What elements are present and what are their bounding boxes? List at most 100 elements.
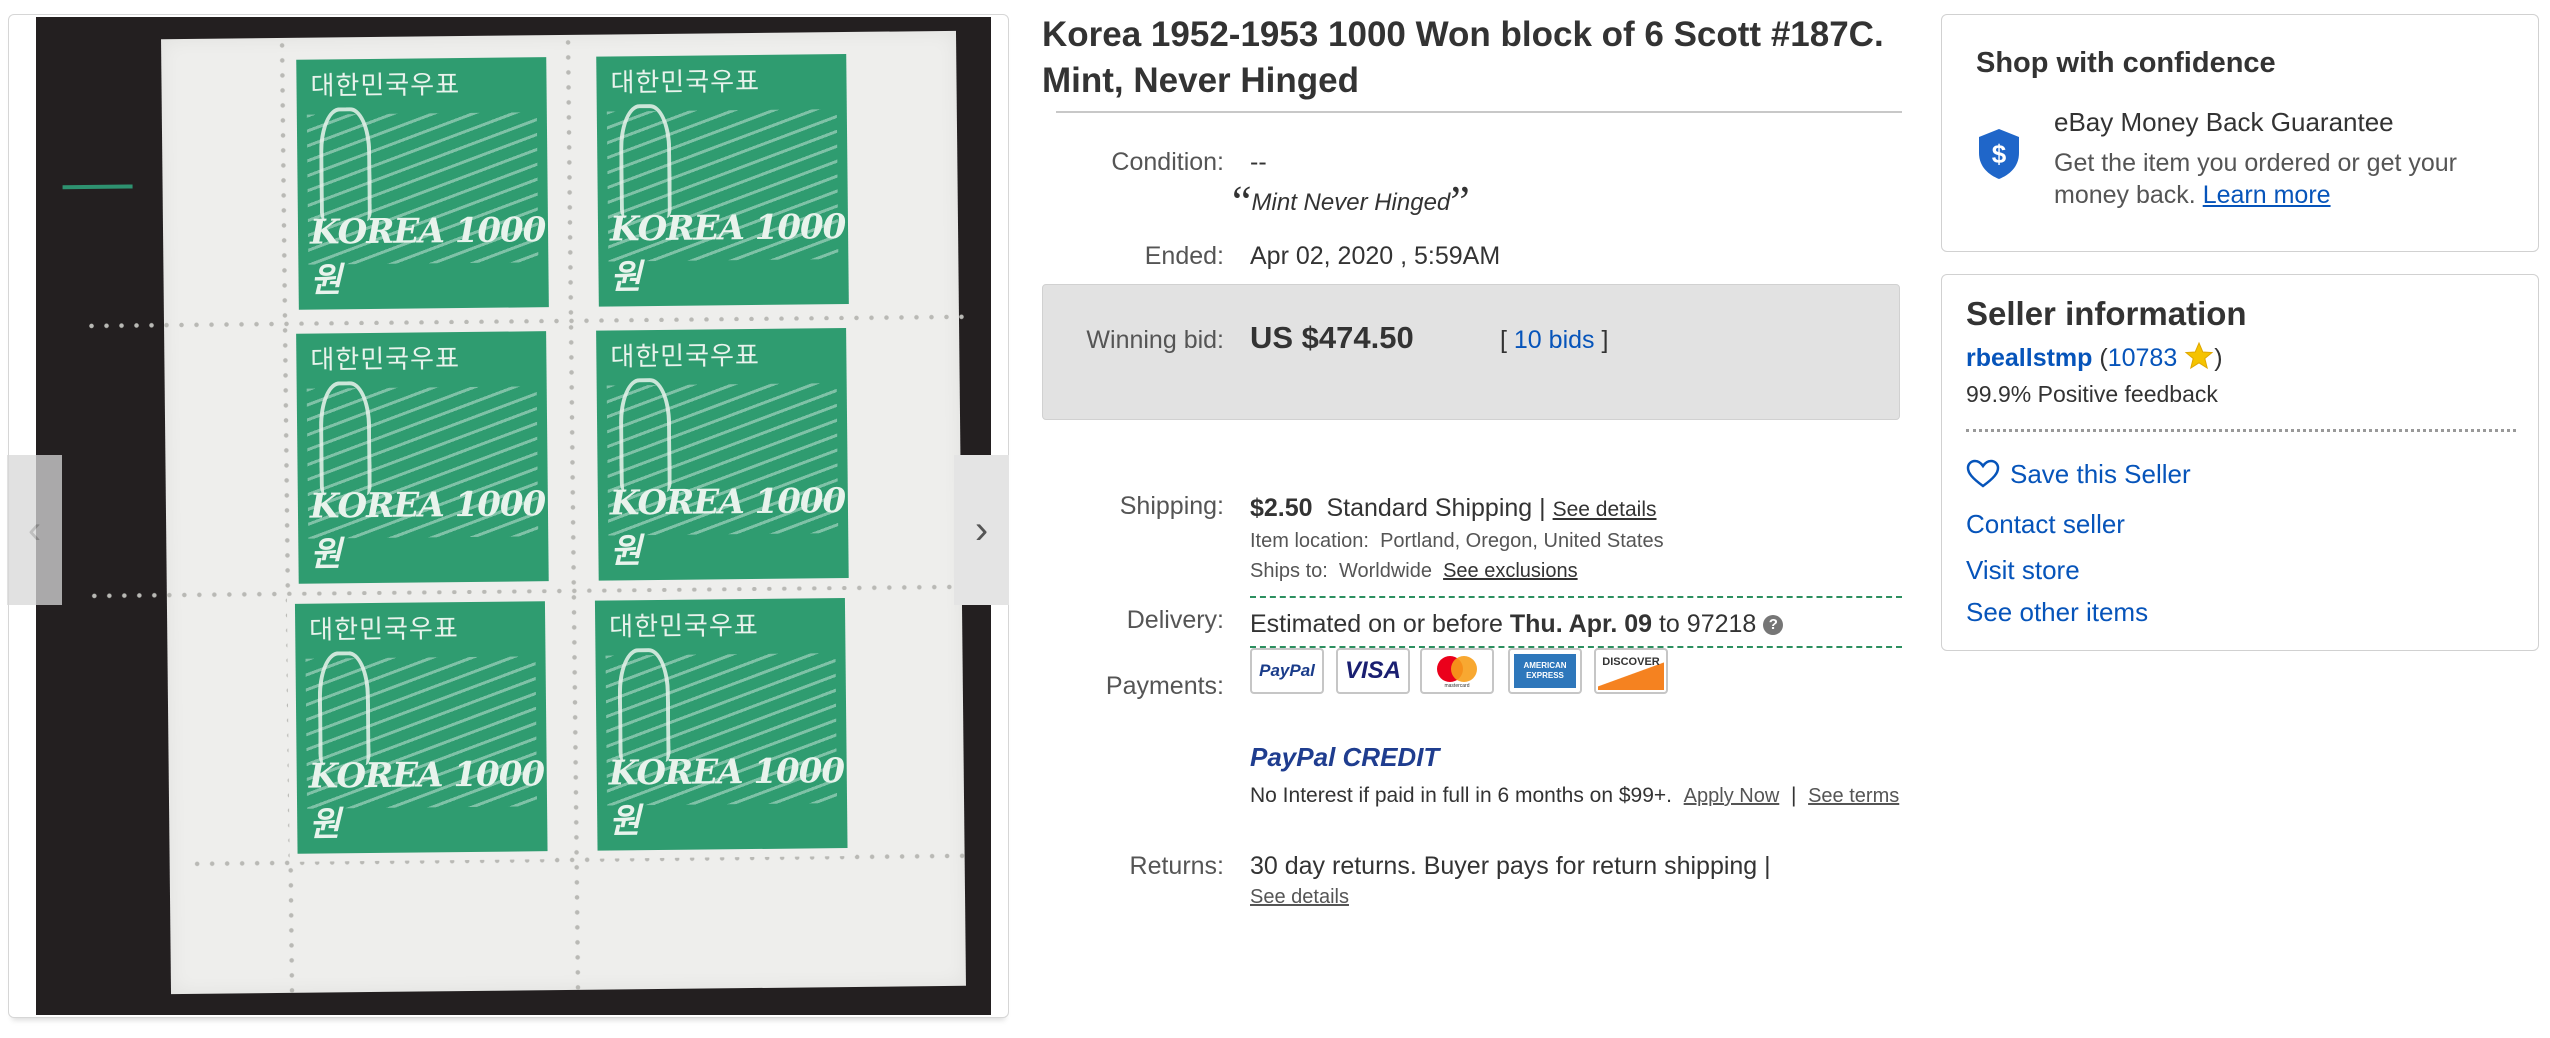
margin-mark xyxy=(62,184,133,190)
save-seller-link[interactable]: Save this Seller xyxy=(2010,459,2191,489)
bid-count: [ 10 bids ] xyxy=(1500,326,1608,355)
title-divider xyxy=(1056,111,1902,113)
seller-name-line: rbeallstmp (10783 ) xyxy=(1966,341,2223,373)
ships-to-label: Ships to: xyxy=(1250,560,1328,582)
seller-name-link[interactable]: rbeallstmp xyxy=(1966,344,2092,372)
stamp: 대한민국우표 KOREA 1000원 xyxy=(296,331,549,584)
winning-bid-amount: US $474.50 xyxy=(1250,320,1414,355)
returns-label: Returns: xyxy=(1129,852,1224,880)
seller-divider xyxy=(1966,429,2516,432)
condition-note-text: Mint Never Hinged xyxy=(1251,189,1451,216)
save-seller-row[interactable]: Save this Seller xyxy=(1966,459,2191,490)
gallery-prev-button[interactable]: ‹ xyxy=(7,455,62,605)
paypal-card-icon: PayPal xyxy=(1250,648,1324,694)
seller-heading: Seller information xyxy=(1966,295,2247,332)
svg-text:mastercard: mastercard xyxy=(1444,683,1469,688)
positive-feedback: 99.9% Positive feedback xyxy=(1966,381,2218,407)
stamp: 대한민국우표 KOREA 1000원 xyxy=(294,601,548,854)
stamp-korean-text: 대한민국우표 xyxy=(310,70,461,102)
shop-with-confidence-panel: Shop with confidence $ eBay Money Back G… xyxy=(1941,14,2539,252)
item-photo[interactable]: 대한민국우표 KOREA 1000원 대한민국우표 KOREA 1000원 대한… xyxy=(36,17,991,1015)
visit-store-link[interactable]: Visit store xyxy=(1966,555,2080,586)
stamp-figure xyxy=(317,651,371,766)
shipping-cost: $2.50 xyxy=(1250,494,1313,522)
returns-text: 30 day returns. Buyer pays for return sh… xyxy=(1250,852,1771,880)
feedback-score-link[interactable]: 10783 xyxy=(2108,344,2178,372)
delivery-label: Delivery: xyxy=(1126,606,1224,634)
seller-information-panel: Seller information rbeallstmp (10783 ) 9… xyxy=(1941,274,2539,651)
guarantee-text-line1: Get the item you ordered or get your xyxy=(2054,149,2457,177)
credit-offer-text: No Interest if paid in full in 6 months … xyxy=(1250,784,1672,807)
shipping-line: $2.50 Standard Shipping | See details xyxy=(1250,494,1657,523)
guarantee-text-line2: money back. xyxy=(2054,181,2196,209)
stamp-country-text: KOREA xyxy=(308,755,443,797)
delivery-prefix: Estimated on or before xyxy=(1250,610,1503,638)
stamp-country-text: KOREA xyxy=(608,752,743,794)
contact-seller-link[interactable]: Contact seller xyxy=(1966,509,2125,540)
stamp-country-text: KOREA xyxy=(309,211,445,253)
shield-icon: $ xyxy=(1976,127,2022,186)
stamp-korean-text: 대한민국우표 xyxy=(310,344,461,376)
confidence-heading: Shop with confidence xyxy=(1976,47,2276,79)
shipping-details-link[interactable]: See details xyxy=(1553,498,1657,521)
condition-value: -- xyxy=(1250,148,1267,176)
paypal-logo-text: PayPal xyxy=(1250,742,1336,772)
delivery-zip: 97218 xyxy=(1686,610,1757,638)
chevron-right-icon: › xyxy=(974,507,989,552)
learn-more-link[interactable]: Learn more xyxy=(2203,181,2331,209)
heart-icon xyxy=(1966,459,2000,488)
bracket-open: [ xyxy=(1500,326,1507,354)
delivery-date: Thu. Apr. 09 xyxy=(1509,610,1653,638)
returns-details-link[interactable]: See details xyxy=(1250,886,1349,909)
see-terms-link[interactable]: See terms xyxy=(1808,785,1899,807)
stamp-figure xyxy=(318,381,372,496)
stamp-korean-text: 대한민국우표 xyxy=(610,66,761,99)
see-other-items-link[interactable]: See other items xyxy=(1966,597,2148,628)
separator: | xyxy=(1790,784,1797,807)
stamp-country-text: KOREA xyxy=(309,485,444,527)
see-exclusions-link[interactable]: See exclusions xyxy=(1443,560,1578,582)
quote-close: ” xyxy=(1450,177,1470,226)
stamp-figure xyxy=(618,377,672,493)
perforation-column xyxy=(564,34,582,995)
stamp: 대한민국우표 KOREA 1000원 xyxy=(596,54,849,307)
stamp-country-text: KOREA xyxy=(609,208,745,250)
paypal-credit-offer: No Interest if paid in full in 6 months … xyxy=(1250,784,1910,808)
stamp-figure xyxy=(618,103,672,219)
delivery-estimate: Estimated on or before Thu. Apr. 09 to 9… xyxy=(1250,610,1784,639)
amex-card-icon: AMERICAN EXPRESS xyxy=(1508,648,1582,694)
apply-now-link[interactable]: Apply Now xyxy=(1684,785,1780,807)
mastercard-card-icon: mastercard xyxy=(1420,648,1494,694)
payments-label: Payments: xyxy=(1105,672,1224,700)
stamp-korean-text: 대한민국우표 xyxy=(309,614,459,646)
visa-card-icon: VISA xyxy=(1336,648,1410,694)
ships-to-line: Ships to: Worldwide See exclusions xyxy=(1250,560,1578,583)
help-icon[interactable]: ? xyxy=(1763,615,1784,636)
perforation-column xyxy=(279,37,296,998)
guarantee-title: eBay Money Back Guarantee xyxy=(2054,107,2394,137)
gallery-next-button[interactable]: › xyxy=(954,455,1009,605)
delivery-to: to xyxy=(1658,610,1680,638)
condition-note: “Mint Never Hinged” xyxy=(1232,176,1470,227)
svg-text:$: $ xyxy=(1992,139,2007,169)
bracket-close: ] xyxy=(1601,326,1609,354)
delivery-divider-top xyxy=(1250,596,1902,598)
winning-bid-label: Winning bid: xyxy=(1086,326,1224,354)
stamp: 대한민국우표 KOREA 1000원 xyxy=(596,328,849,581)
details-panel: Condition: -- “Mint Never Hinged” Ended:… xyxy=(1042,0,1902,1038)
separator: | xyxy=(1539,494,1546,522)
stamp-figure xyxy=(617,647,671,763)
stamp-korean-text: 대한민국우표 xyxy=(610,340,761,373)
item-location-label: Item location: xyxy=(1250,530,1369,552)
discover-card-icon: DISCOVER xyxy=(1594,648,1668,694)
perforation-row xyxy=(86,583,967,599)
bid-history-link[interactable]: 10 bids xyxy=(1514,326,1595,354)
shipping-method: Standard Shipping xyxy=(1326,494,1533,522)
item-location-value: Portland, Oregon, United States xyxy=(1380,530,1664,552)
stamp: 대한민국우표 KOREA 1000원 xyxy=(296,57,549,310)
guarantee-text: Get the item you ordered or get your mon… xyxy=(2054,147,2524,211)
paren-close: ) xyxy=(2214,344,2223,372)
paren-open: ( xyxy=(2099,344,2108,372)
stamp-country-text: KOREA xyxy=(609,482,744,524)
paypal-credit-logo: PayPal CREDIT xyxy=(1250,742,1439,773)
